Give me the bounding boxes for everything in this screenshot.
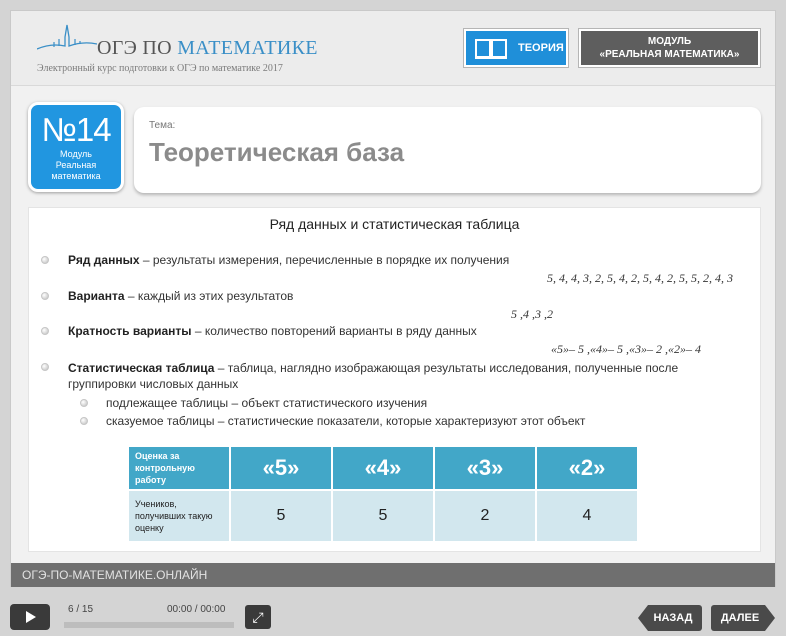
sub-bullet-icon <box>80 399 88 407</box>
slide-counter: 6 / 15 <box>68 604 94 615</box>
next-button[interactable]: ДАЛЕЕ <box>711 605 775 631</box>
bullet-icon <box>41 327 49 335</box>
site-name: ОГЭ-ПО-МАТЕМАТИКЕ.ОНЛАЙН <box>22 568 208 582</box>
item-example: «5»– 5 ,«4»– 5 ,«3»– 2 ,«2»– 4 <box>551 342 701 356</box>
list-item: Статистическая таблица – таблица, нагляд… <box>68 360 758 392</box>
grade-cell: «4» <box>331 445 435 491</box>
item-text: – количество повторений варианты в ряду … <box>191 324 477 338</box>
back-button[interactable]: НАЗАД <box>638 605 702 631</box>
topic-title: Теоретическая база <box>149 137 405 167</box>
topic-label: Тема: <box>149 120 176 131</box>
fullscreen-icon: ⤢ <box>252 609 264 625</box>
brand-title: ОГЭ ПО МАТЕМАТИКЕ <box>97 37 318 60</box>
badge-line2: Реальная <box>55 160 97 170</box>
footer-bar: ОГЭ-ПО-МАТЕМАТИКЕ.ОНЛАЙН <box>11 563 775 587</box>
badge-line1: Модуль <box>60 149 92 159</box>
header: ОГЭ ПО МАТЕМАТИКЕ Электронный курс подго… <box>11 11 775 86</box>
sub-list-item: подлежащее таблицы – объект статистическ… <box>106 396 428 410</box>
table-header-row: Оценка за контрольную работу «5» «4» «3»… <box>127 445 639 491</box>
time-display: 00:00 / 00:00 <box>167 604 226 615</box>
count-cell: 5 <box>331 489 435 543</box>
item-example: 5 ,4 ,3 ,2 <box>511 307 553 321</box>
bullet-icon <box>41 256 49 264</box>
count-cell: 2 <box>433 489 537 543</box>
lesson-badge: №14 Модуль Реальная математика <box>28 102 124 192</box>
table-header-label: Оценка за контрольную работу <box>127 445 231 491</box>
table-row: Учеников, получивших такую оценку 5 5 2 … <box>127 489 639 543</box>
content-panel: Ряд данных и статистическая таблица Ряд … <box>28 207 761 552</box>
grade-cell: «3» <box>433 445 537 491</box>
sub-list-item: сказуемое таблицы – статистические показ… <box>106 414 586 428</box>
brand-part2: МАТЕМАТИКЕ <box>177 37 318 59</box>
content-heading: Ряд данных и статистическая таблица <box>269 216 520 232</box>
count-cell: 4 <box>535 489 639 543</box>
grade-cell: «2» <box>535 445 639 491</box>
item-example: 5, 4, 4, 3, 2, 5, 4, 2, 5, 4, 2, 5, 5, 2… <box>547 271 733 285</box>
bullet-icon <box>41 363 49 371</box>
university-logo-icon <box>37 24 97 50</box>
sub-bullet-icon <box>80 417 88 425</box>
item-text: – таблица, наглядно изображающая результ… <box>214 361 679 375</box>
item-text: – каждый из этих результатов <box>124 289 294 303</box>
book-icon <box>475 39 507 59</box>
grade-cell: «5» <box>229 445 333 491</box>
item-text-continued: группировки числовых данных <box>68 377 239 391</box>
module-button-line1: МОДУЛЬ <box>647 36 692 47</box>
table-row-label: Учеников, получивших такую оценку <box>127 489 231 543</box>
list-item: Варианта – каждый из этих результатов <box>68 289 293 303</box>
theory-button[interactable]: ТЕОРИЯ <box>464 29 568 67</box>
statistics-table: Оценка за контрольную работу «5» «4» «3»… <box>127 445 639 543</box>
list-item: Ряд данных – результаты измерения, переч… <box>68 253 509 267</box>
item-term: Статистическая таблица <box>68 361 215 375</box>
list-item: Кратность варианты – количество повторен… <box>68 324 477 338</box>
badge-line3: математика <box>51 171 101 181</box>
module-button-line2: «РЕАЛЬНАЯ МАТЕМАТИКА» <box>599 49 740 60</box>
bullet-icon <box>41 292 49 300</box>
brand-subtitle: Электронный курс подготовки к ОГЭ по мат… <box>37 63 283 74</box>
item-text: – результаты измерения, перечисленные в … <box>139 253 510 267</box>
item-term: Ряд данных <box>68 253 140 267</box>
lesson-number: №14 <box>41 111 111 148</box>
count-cell: 5 <box>229 489 333 543</box>
brand-part1: ОГЭ ПО <box>97 37 178 59</box>
theory-button-label: ТЕОРИЯ <box>518 42 564 54</box>
topic-card: Тема: Теоретическая база <box>134 107 761 193</box>
item-term: Кратность варианты <box>68 324 192 338</box>
module-button[interactable]: МОДУЛЬ «РЕАЛЬНАЯ МАТЕМАТИКА» <box>579 29 760 67</box>
item-term: Варианта <box>68 289 125 303</box>
progress-track[interactable] <box>64 622 234 628</box>
play-button[interactable] <box>10 604 50 630</box>
slide: ОГЭ ПО МАТЕМАТИКЕ Электронный курс подго… <box>10 10 776 587</box>
fullscreen-button[interactable]: ⤢ <box>245 605 271 629</box>
